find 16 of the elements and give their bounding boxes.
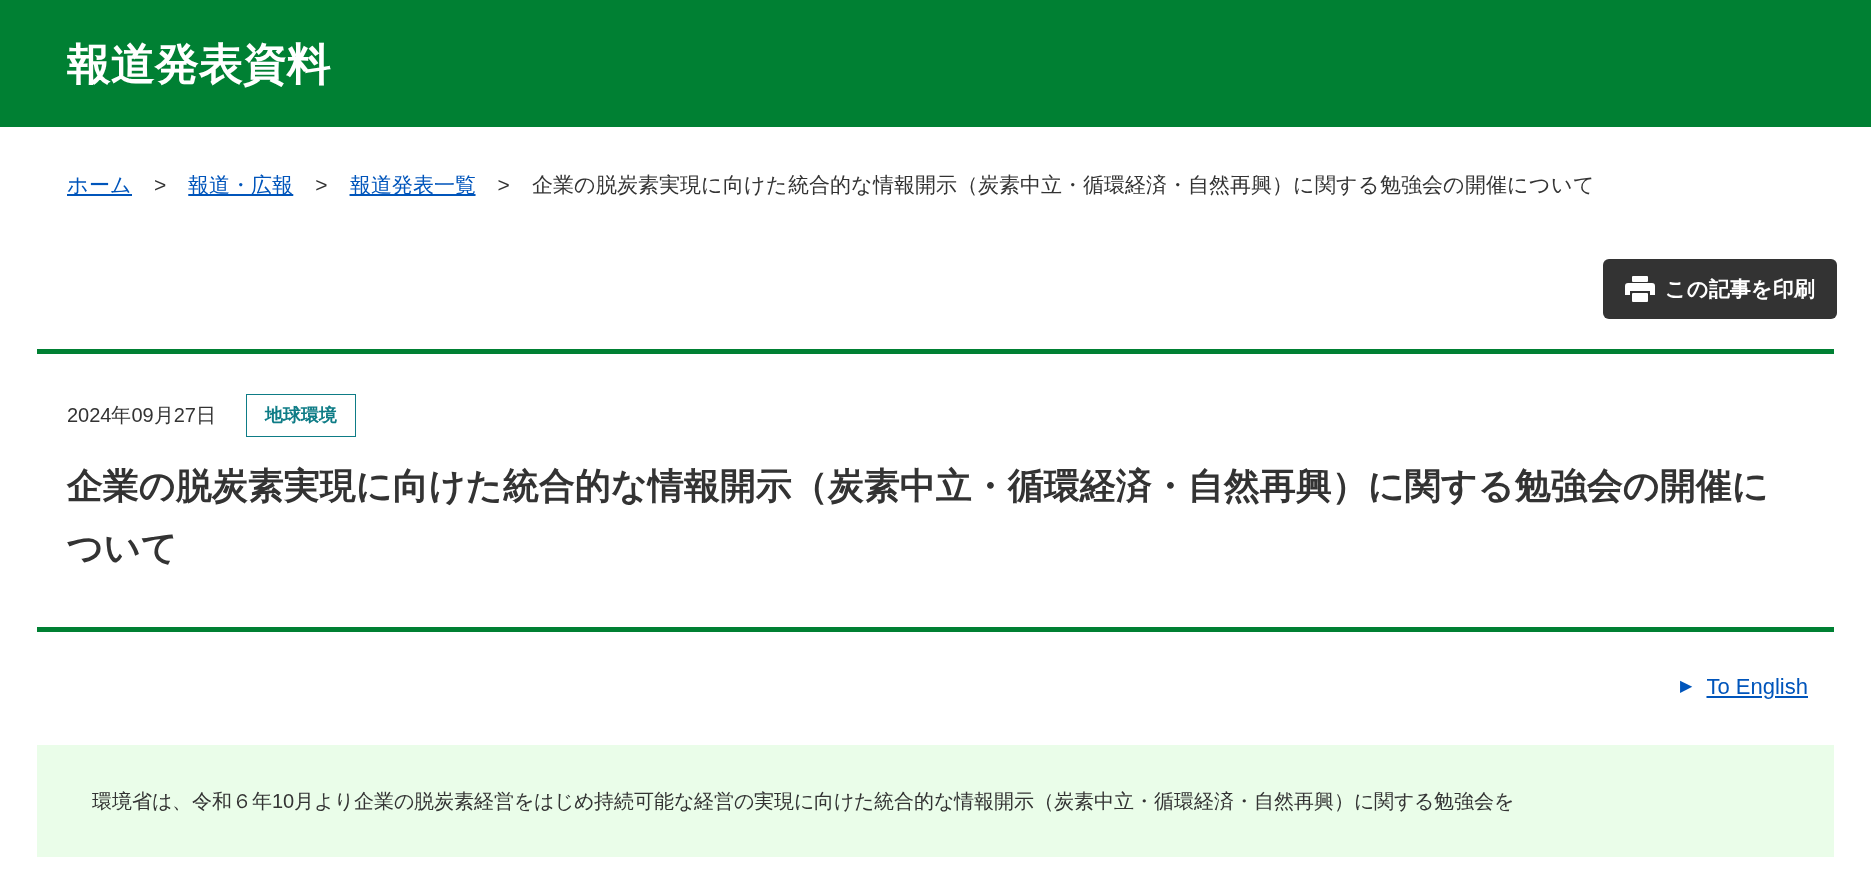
breadcrumb-current: 企業の脱炭素実現に向けた統合的な情報開示（炭素中立・循環経済・自然再興）に関する勉強会の開催について [531,172,1595,198]
printer-icon [1625,275,1655,302]
breadcrumb-separator: > [315,172,328,198]
page-header-title: 報道発表資料 [67,37,331,90]
summary-text: 環境省は、令和６年10月より企業の脱炭素経営をはじめ持続可能な経営の実現に向けた統合的な情報開示（炭素中立・循環経済・自然再興）に関する勉強会を [92,788,1516,814]
triangle-marker: ▶ [1680,676,1693,696]
print-button[interactable]: この記事を印刷 [1603,258,1837,319]
breadcrumb-separator: > [497,172,510,198]
breadcrumb-link[interactable]: 報道・広報 [188,169,294,201]
breadcrumb-link[interactable]: 報道発表一覧 [349,169,476,201]
category-tag: 地球環境 [246,393,356,437]
breadcrumb-separator: > [154,172,167,198]
breadcrumb-link[interactable]: ホーム [67,169,132,201]
english-link[interactable]: ▶ To English [1680,669,1808,703]
article-date: 2024年09月27日 [67,403,216,428]
article-title: 企業の脱炭素実現に向けた統合的な情報開示（炭素中立・循環経済・自然再興）に関する勉強会の開催について [67,463,1770,570]
